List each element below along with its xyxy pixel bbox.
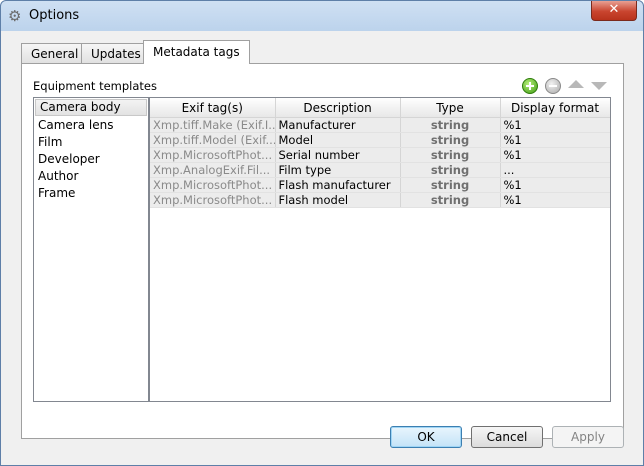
ok-button[interactable]: OK <box>390 426 462 448</box>
display-format-cell[interactable]: ... <box>500 162 610 178</box>
exif-tag-cell[interactable]: Xmp.AnalogExif.Fil... <box>150 162 276 178</box>
type-cell[interactable]: string <box>400 177 501 193</box>
tab-updates[interactable]: Updates <box>81 43 151 63</box>
exif-tag-cell[interactable]: Xmp.MicrosoftPhot... <box>150 192 276 208</box>
column-header-description[interactable]: Description <box>275 98 401 118</box>
exif-tag-cell[interactable]: Xmp.MicrosoftPhot... <box>150 147 276 163</box>
description-cell[interactable]: Manufacturer <box>275 117 401 133</box>
description-cell[interactable]: Film type <box>275 162 401 178</box>
type-cell[interactable]: string <box>400 117 501 133</box>
exif-tag-cell[interactable]: Xmp.tiff.Model (Exif.... <box>150 132 276 148</box>
type-cell[interactable]: string <box>400 147 501 163</box>
display-format-cell[interactable]: %1 <box>500 192 610 208</box>
apply-button[interactable]: Apply <box>552 426 624 448</box>
exif-tag-cell[interactable]: Xmp.MicrosoftPhot... <box>150 177 276 193</box>
list-item[interactable]: Author <box>34 168 148 185</box>
table-row[interactable]: Xmp.MicrosoftPhot... Flash model string … <box>150 192 610 208</box>
type-cell[interactable]: string <box>400 192 501 208</box>
description-cell[interactable]: Flash model <box>275 192 401 208</box>
table-row[interactable]: Xmp.MicrosoftPhot... Flash manufacturer … <box>150 177 610 193</box>
list-item[interactable]: Camera body <box>35 99 147 116</box>
metadata-tags-table[interactable]: Exif tag(s) Description Type Display for… <box>149 97 611 402</box>
type-cell[interactable]: string <box>400 162 501 178</box>
equipment-templates-label: Equipment templates <box>33 79 157 93</box>
display-format-cell[interactable]: %1 <box>500 117 610 133</box>
table-row[interactable]: Xmp.MicrosoftPhot... Serial number strin… <box>150 147 610 163</box>
tab-general[interactable]: General <box>21 43 89 63</box>
gear-icon: ⚙ <box>8 7 22 25</box>
description-cell[interactable]: Model <box>275 132 401 148</box>
cancel-button[interactable]: Cancel <box>471 426 543 448</box>
options-window: ⚙ Options ✕ General Updates Metadata tag… <box>0 0 644 466</box>
column-header-type[interactable]: Type <box>400 98 501 118</box>
type-cell[interactable]: string <box>400 132 501 148</box>
list-item[interactable]: Camera lens <box>34 117 148 134</box>
title-bar[interactable]: ⚙ Options ✕ <box>1 1 643 31</box>
table-row[interactable]: Xmp.tiff.Model (Exif.... Model string %1 <box>150 132 610 148</box>
display-format-cell[interactable]: %1 <box>500 132 610 148</box>
move-up-icon[interactable] <box>568 80 584 88</box>
window-title: Options <box>29 8 80 23</box>
equipment-template-list[interactable]: Camera body Camera lens Film Developer A… <box>33 97 149 402</box>
table-row[interactable]: Xmp.tiff.Make (Exif.I... Manufacturer st… <box>150 117 610 133</box>
remove-icon[interactable] <box>545 78 561 94</box>
metadata-tags-panel: Equipment templates Camera body Camera l… <box>21 63 624 439</box>
move-down-icon[interactable] <box>591 82 607 90</box>
table-header-row: Exif tag(s) Description Type Display for… <box>150 98 610 118</box>
list-item[interactable]: Developer <box>34 151 148 168</box>
list-item[interactable]: Film <box>34 134 148 151</box>
exif-tag-cell[interactable]: Xmp.tiff.Make (Exif.I... <box>150 117 276 133</box>
table-row[interactable]: Xmp.AnalogExif.Fil... Film type string .… <box>150 162 610 178</box>
dialog-body: General Updates Metadata tags Equipment … <box>9 31 635 457</box>
description-cell[interactable]: Serial number <box>275 147 401 163</box>
column-header-exif-tags[interactable]: Exif tag(s) <box>150 98 276 118</box>
description-cell[interactable]: Flash manufacturer <box>275 177 401 193</box>
display-format-cell[interactable]: %1 <box>500 147 610 163</box>
add-icon[interactable] <box>522 78 538 94</box>
tab-metadata-tags[interactable]: Metadata tags <box>143 40 250 64</box>
list-item[interactable]: Frame <box>34 185 148 202</box>
column-header-display-format[interactable]: Display format <box>500 98 610 118</box>
display-format-cell[interactable]: %1 <box>500 177 610 193</box>
close-button[interactable]: ✕ <box>591 1 637 21</box>
close-icon: ✕ <box>608 2 620 17</box>
